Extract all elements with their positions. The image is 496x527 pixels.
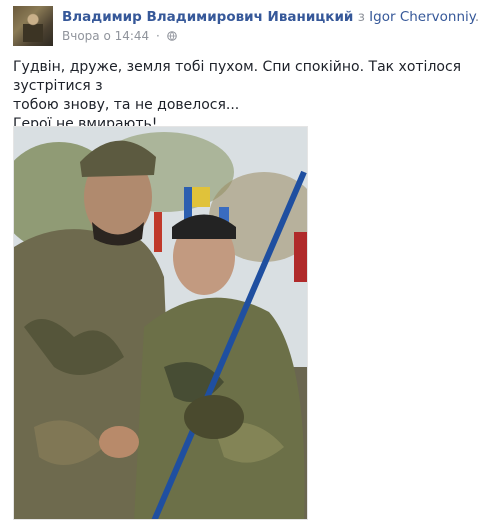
tagged-suffix: .	[474, 9, 480, 25]
avatar-figure	[23, 12, 43, 42]
globe-icon[interactable]	[166, 31, 177, 41]
author-avatar[interactable]	[13, 6, 53, 46]
post-photo[interactable]	[13, 126, 308, 520]
photo-illustration	[14, 127, 307, 519]
post-timestamp-link[interactable]: Вчора о 14:44	[62, 29, 149, 43]
post-header: Владимир Владимирович Иваницкий з Igor C…	[62, 9, 482, 26]
meta-separator: ·	[156, 29, 160, 43]
author-name-link[interactable]: Владимир Владимирович Иваницкий	[62, 9, 353, 25]
tagged-user-link[interactable]: Igor Chervonniy	[369, 9, 475, 25]
post-text-line: тобою знову, та не довелося...	[13, 97, 240, 113]
with-word: з	[357, 9, 365, 25]
post-text: Гудвін, друже, земля тобі пухом. Спи спо…	[13, 58, 488, 134]
post-text-line: Гудвін, друже, земля тобі пухом. Спи спо…	[13, 59, 462, 94]
post-meta: Вчора о 14:44 ·	[62, 29, 177, 44]
facebook-post: Владимир Владимирович Иваницкий з Igor C…	[0, 0, 496, 527]
